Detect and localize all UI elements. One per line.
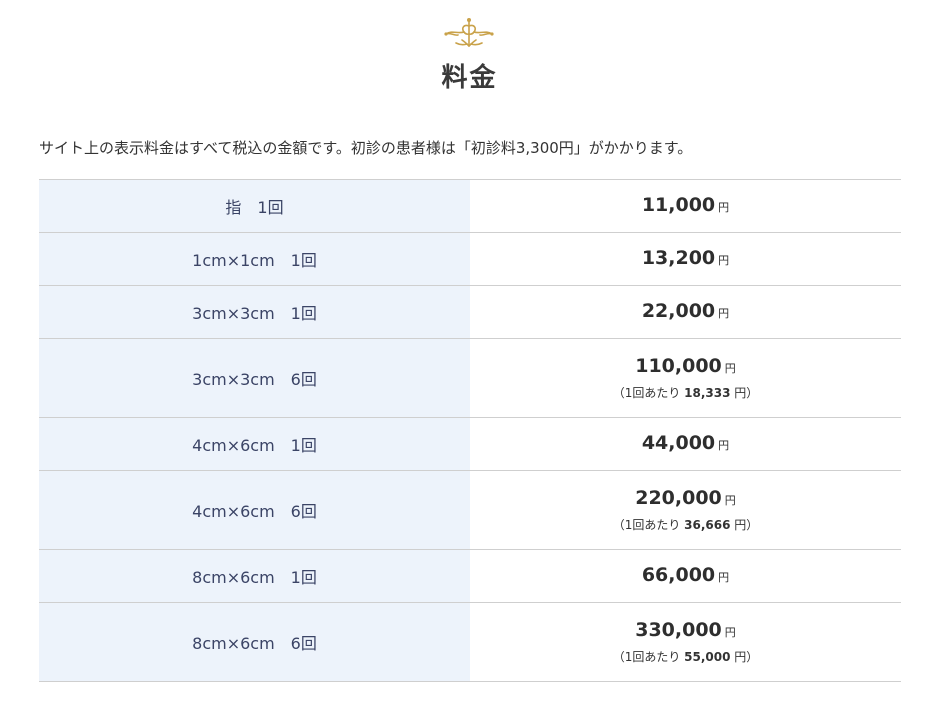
price-amount: 22,000 [641,299,716,322]
price-table: 指 1回 11,000 円 1cm×1cm 1回 13,200 円 3cm×3cm … [39,179,901,682]
per-session-suffix: 円） [730,518,759,532]
per-session-prefix: （1回あたり [612,650,685,664]
table-row: 3cm×3cm 6回 110,000 円 （1回あたり 18,333 円） [39,338,901,418]
per-session-prefix: （1回あたり [612,386,685,400]
treatment-label: 8cm×6cm 1回 [39,549,470,603]
price-cell: 110,000 円 （1回あたり 18,333 円） [470,338,901,418]
price-line: 220,000 円 [470,486,901,513]
price-line: 110,000 円 [470,354,901,381]
fleur-de-lis-icon [444,18,494,48]
per-session-value: 55,000 [684,650,731,664]
price-unit: 円 [718,200,730,214]
price-amount: 11,000 [641,193,716,216]
price-unit: 円 [724,626,736,639]
table-row: 指 1回 11,000 円 [39,179,901,233]
treatment-label: 8cm×6cm 6回 [39,602,470,682]
price-amount: 330,000 [635,619,722,641]
price-cell: 66,000 円 [470,549,901,603]
price-cell: 22,000 円 [470,285,901,339]
price-line: 66,000 円 [470,563,901,590]
price-cell: 330,000 円 （1回あたり 55,000 円） [470,602,901,682]
price-line: 11,000 円 [470,193,901,220]
price-cell: 44,000 円 [470,417,901,471]
page-title: 料金 [441,63,498,93]
per-session-suffix: 円） [730,386,759,400]
table-row: 3cm×3cm 1回 22,000 円 [39,285,901,339]
table-row: 4cm×6cm 6回 220,000 円 （1回あたり 36,666 円） [39,470,901,550]
price-unit: 円 [724,494,736,507]
price-unit: 円 [724,362,736,375]
per-session-price: （1回あたり 55,000 円） [470,648,901,666]
price-cell: 220,000 円 （1回あたり 36,666 円） [470,470,901,550]
tax-note: サイト上の表示料金はすべて税込の金額です。初診の患者様は「初診料3,300円」が… [39,139,693,157]
per-session-value: 36,666 [684,518,731,532]
price-cell: 13,200 円 [470,232,901,286]
price-amount: 66,000 [641,563,716,586]
price-unit: 円 [718,438,730,452]
treatment-label: 3cm×3cm 1回 [39,285,470,339]
price-cell: 11,000 円 [470,179,901,233]
table-row: 8cm×6cm 6回 330,000 円 （1回あたり 55,000 円） [39,602,901,682]
treatment-label: 4cm×6cm 1回 [39,417,470,471]
per-session-suffix: 円） [730,650,759,664]
price-amount: 44,000 [641,431,716,454]
per-session-value: 18,333 [684,386,731,400]
price-line: 330,000 円 [470,618,901,645]
treatment-label: 4cm×6cm 6回 [39,470,470,550]
table-row: 4cm×6cm 1回 44,000 円 [39,417,901,471]
table-row: 1cm×1cm 1回 13,200 円 [39,232,901,286]
price-line: 22,000 円 [470,299,901,326]
per-session-price: （1回あたり 18,333 円） [470,384,901,402]
price-line: 44,000 円 [470,431,901,458]
treatment-label: 3cm×3cm 6回 [39,338,470,418]
price-amount: 110,000 [635,355,722,377]
table-row: 8cm×6cm 1回 66,000 円 [39,549,901,603]
price-unit: 円 [718,253,730,267]
treatment-label: 1cm×1cm 1回 [39,232,470,286]
price-amount: 13,200 [641,246,716,269]
per-session-price: （1回あたり 36,666 円） [470,516,901,534]
price-unit: 円 [718,306,730,320]
price-amount: 220,000 [635,487,722,509]
treatment-label: 指 1回 [39,179,470,233]
price-unit: 円 [718,570,730,584]
per-session-prefix: （1回あたり [612,518,685,532]
price-line: 13,200 円 [470,246,901,273]
